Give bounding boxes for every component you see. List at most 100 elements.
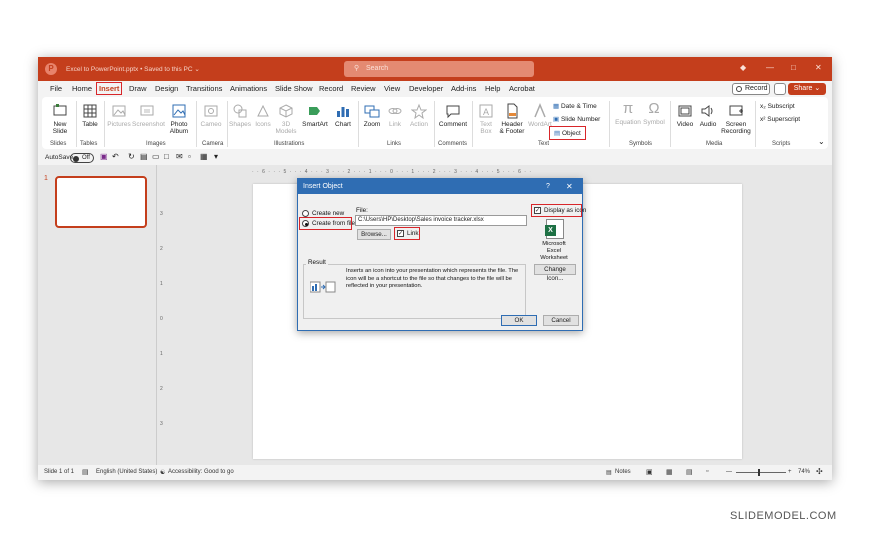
- email-icon[interactable]: ✉: [176, 152, 183, 161]
- change-icon-button[interactable]: Change Icon...: [534, 264, 576, 282]
- cancel-button[interactable]: Cancel: [543, 315, 579, 326]
- zoom-slider[interactable]: [736, 472, 786, 473]
- cameo-button[interactable]: Cameo: [199, 103, 223, 128]
- panel-divider[interactable]: [156, 165, 157, 465]
- tab-acrobat[interactable]: Acrobat: [509, 84, 535, 93]
- new-slide-button[interactable]: New Slide: [48, 103, 72, 135]
- tab-slide-show[interactable]: Slide Show: [275, 84, 313, 93]
- new-slide-icon: [53, 104, 67, 116]
- superscript-icon: x²: [760, 116, 766, 123]
- photo-album-button[interactable]: Photo Album: [166, 103, 192, 135]
- tab-add-ins[interactable]: Add-ins: [451, 84, 476, 93]
- redo-icon[interactable]: ↻: [128, 152, 135, 161]
- header-footer-button[interactable]: Header & Footer: [498, 103, 526, 135]
- tab-animations[interactable]: Animations: [230, 84, 267, 93]
- zoom-label: Zoom: [363, 121, 381, 128]
- equation-button[interactable]: π Equation: [614, 100, 642, 127]
- slide-thumbnail-number: 1: [44, 175, 48, 182]
- tab-transitions[interactable]: Transitions: [186, 84, 222, 93]
- zoom-out-icon[interactable]: —: [726, 469, 732, 475]
- 3d-models-button[interactable]: 3D Models: [275, 103, 297, 135]
- search-box[interactable]: ⚲ Search: [344, 61, 534, 77]
- accessibility-status[interactable]: Accessibility: Good to go: [168, 469, 234, 475]
- tab-file[interactable]: File: [50, 84, 62, 93]
- tab-home[interactable]: Home: [72, 84, 92, 93]
- slide-sorter-view-icon[interactable]: ▦: [666, 468, 673, 476]
- date-time-button[interactable]: ▦ Date & Time: [553, 102, 597, 110]
- icons-label: Icons: [255, 121, 271, 128]
- diamond-icon[interactable]: ◆: [740, 63, 746, 72]
- record-button[interactable]: Record: [732, 83, 770, 95]
- document-title[interactable]: Excel to PowerPoint.pptx • Saved to this…: [66, 65, 200, 73]
- slide-sorter-icon[interactable]: ▦: [200, 152, 208, 161]
- chart-button[interactable]: Chart: [332, 103, 354, 128]
- tab-insert[interactable]: Insert: [95, 82, 123, 95]
- zoom-button[interactable]: Zoom: [361, 103, 383, 128]
- zoom-in-icon[interactable]: +: [788, 469, 792, 475]
- fit-to-window-icon[interactable]: ✣: [816, 467, 823, 476]
- file-path-field[interactable]: C:\Users\HP\Desktop\Sales invoice tracke…: [355, 215, 527, 226]
- language[interactable]: English (United States): [96, 469, 157, 475]
- text-box-button[interactable]: A Text Box: [476, 103, 496, 135]
- tab-design[interactable]: Design: [155, 84, 178, 93]
- present-icon[interactable]: ▫: [188, 152, 191, 161]
- open-icon[interactable]: ▭: [152, 152, 160, 161]
- tab-help[interactable]: Help: [485, 84, 500, 93]
- audio-button[interactable]: Audio: [697, 103, 719, 128]
- tab-view[interactable]: View: [384, 84, 400, 93]
- browse-button[interactable]: Browse...: [357, 229, 391, 240]
- ok-button[interactable]: OK: [501, 315, 537, 326]
- collapse-ribbon-icon[interactable]: ⌄: [818, 137, 825, 146]
- dialog-close-button[interactable]: ✕: [566, 179, 573, 194]
- comments-button[interactable]: [774, 83, 786, 95]
- close-window-icon[interactable]: ✕: [815, 63, 822, 72]
- screenshot-button[interactable]: Screenshot: [132, 103, 165, 128]
- subscript-icon: x₂: [760, 103, 766, 110]
- share-button[interactable]: Share ⌄: [788, 83, 826, 95]
- action-button[interactable]: Action: [408, 103, 430, 128]
- tab-record[interactable]: Record: [319, 84, 343, 93]
- link-button[interactable]: Link: [385, 103, 405, 128]
- spelling-icon[interactable]: ▤: [82, 468, 89, 476]
- smartart-button[interactable]: SmartArt: [300, 103, 330, 128]
- comment-button[interactable]: Comment: [438, 103, 468, 128]
- tab-draw[interactable]: Draw: [129, 84, 147, 93]
- maximize-icon[interactable]: □: [791, 63, 796, 72]
- pi-icon: π: [622, 100, 634, 117]
- calendar-icon: ▦: [553, 103, 560, 110]
- tab-review[interactable]: Review: [351, 84, 376, 93]
- shapes-button[interactable]: Shapes: [229, 103, 251, 128]
- zoom-level[interactable]: 74%: [798, 469, 810, 475]
- normal-view-icon[interactable]: ▣: [646, 468, 653, 476]
- zoom-slider-thumb[interactable]: [758, 469, 760, 476]
- symbol-button[interactable]: Ω Symbol: [642, 101, 666, 127]
- undo-icon[interactable]: ↶: [112, 152, 119, 161]
- help-button[interactable]: ?: [546, 179, 550, 194]
- notes-button[interactable]: Notes: [615, 469, 631, 475]
- tab-developer[interactable]: Developer: [409, 84, 443, 93]
- table-button[interactable]: Table: [79, 103, 101, 128]
- wordart-icon: [534, 103, 546, 118]
- slideshow-view-icon[interactable]: ▫: [706, 468, 708, 475]
- customize-qat-icon[interactable]: ▾: [214, 152, 218, 161]
- icons-button[interactable]: Icons: [252, 103, 274, 128]
- superscript-button[interactable]: x² Superscript: [760, 116, 800, 123]
- screenshot-icon: [140, 105, 154, 116]
- save-icon[interactable]: ▣: [100, 152, 108, 161]
- group-scripts: Scripts: [772, 141, 791, 147]
- pictures-button[interactable]: Pictures: [106, 103, 132, 128]
- from-beginning-icon[interactable]: ▤: [140, 152, 148, 161]
- minimize-icon[interactable]: —: [766, 63, 774, 72]
- video-button[interactable]: Video: [674, 103, 696, 128]
- slide-thumbnail[interactable]: [55, 176, 147, 228]
- reading-view-icon[interactable]: ▤: [686, 468, 693, 476]
- autosave-toggle[interactable]: Off: [70, 153, 94, 163]
- screenshot-label: Screenshot: [132, 121, 165, 128]
- create-new-radio[interactable]: [302, 210, 309, 217]
- new-icon[interactable]: □: [164, 152, 169, 161]
- slide-number-button[interactable]: ▣ Slide Number: [553, 115, 600, 123]
- screen-recording-button[interactable]: Screen Recording: [720, 103, 752, 135]
- wordart-button[interactable]: WordArt: [527, 103, 553, 128]
- object-button[interactable]: ▤ Object: [549, 126, 586, 140]
- subscript-button[interactable]: x₂ Subscript: [760, 103, 795, 110]
